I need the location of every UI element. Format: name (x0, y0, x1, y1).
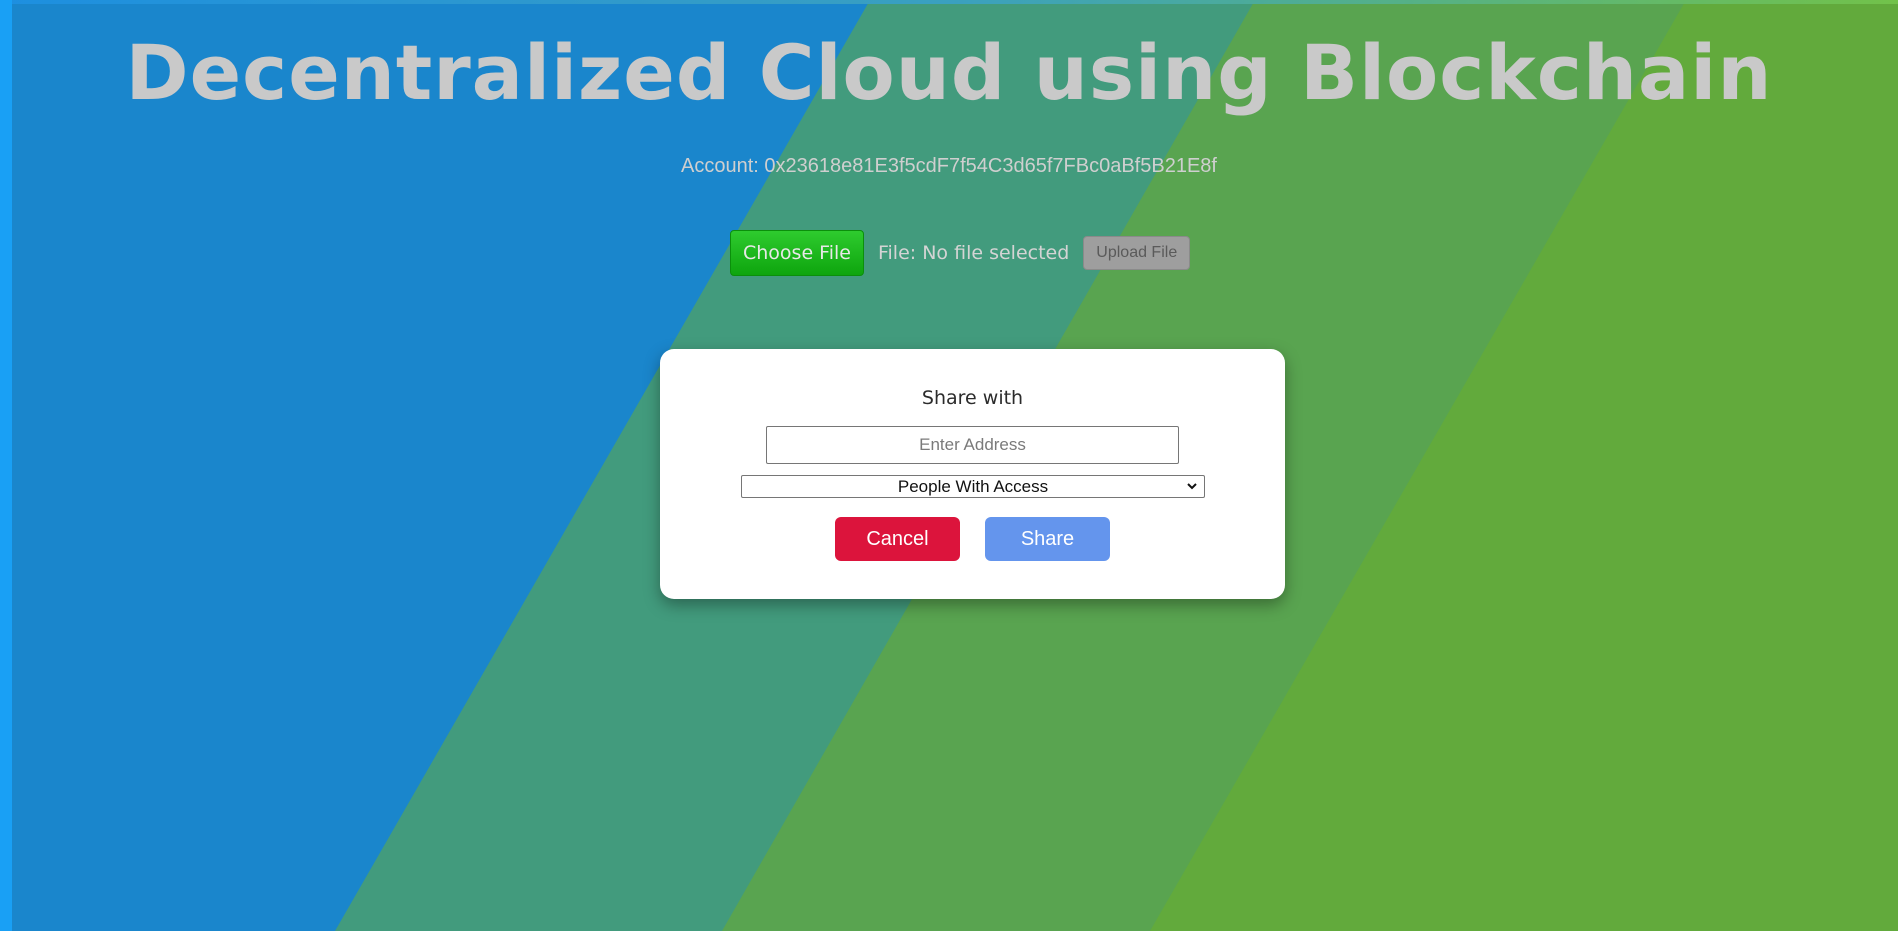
top-accent-strip (0, 0, 1898, 4)
share-button[interactable]: Share (985, 517, 1110, 561)
account-label: Account: (681, 155, 759, 177)
upload-row: Choose File File: No file selected Uploa… (730, 230, 1191, 276)
choose-file-button[interactable]: Choose File (730, 230, 864, 276)
file-status: File: No file selected (877, 242, 1070, 264)
left-edge-bar (0, 0, 12, 931)
select-value: People With Access (897, 476, 1049, 496)
page-title: Decentralized Cloud using Blockchain (125, 28, 1773, 117)
people-with-access-select[interactable]: People With Access (741, 475, 1205, 498)
chevron-down-icon (1187, 483, 1197, 490)
cancel-button[interactable]: Cancel (835, 517, 960, 561)
address-input[interactable] (766, 426, 1179, 464)
upload-file-button[interactable]: Upload File (1083, 236, 1191, 270)
share-modal: Share with People With Access Cancel Sha… (660, 349, 1285, 599)
share-modal-title: Share with (921, 387, 1024, 409)
account-line: Account: 0x23618e81E3f5cdF7f54C3d65f7FBc… (0, 155, 1898, 178)
account-address: 0x23618e81E3f5cdF7f54C3d65f7FBc0aBf5B21E… (764, 155, 1217, 177)
